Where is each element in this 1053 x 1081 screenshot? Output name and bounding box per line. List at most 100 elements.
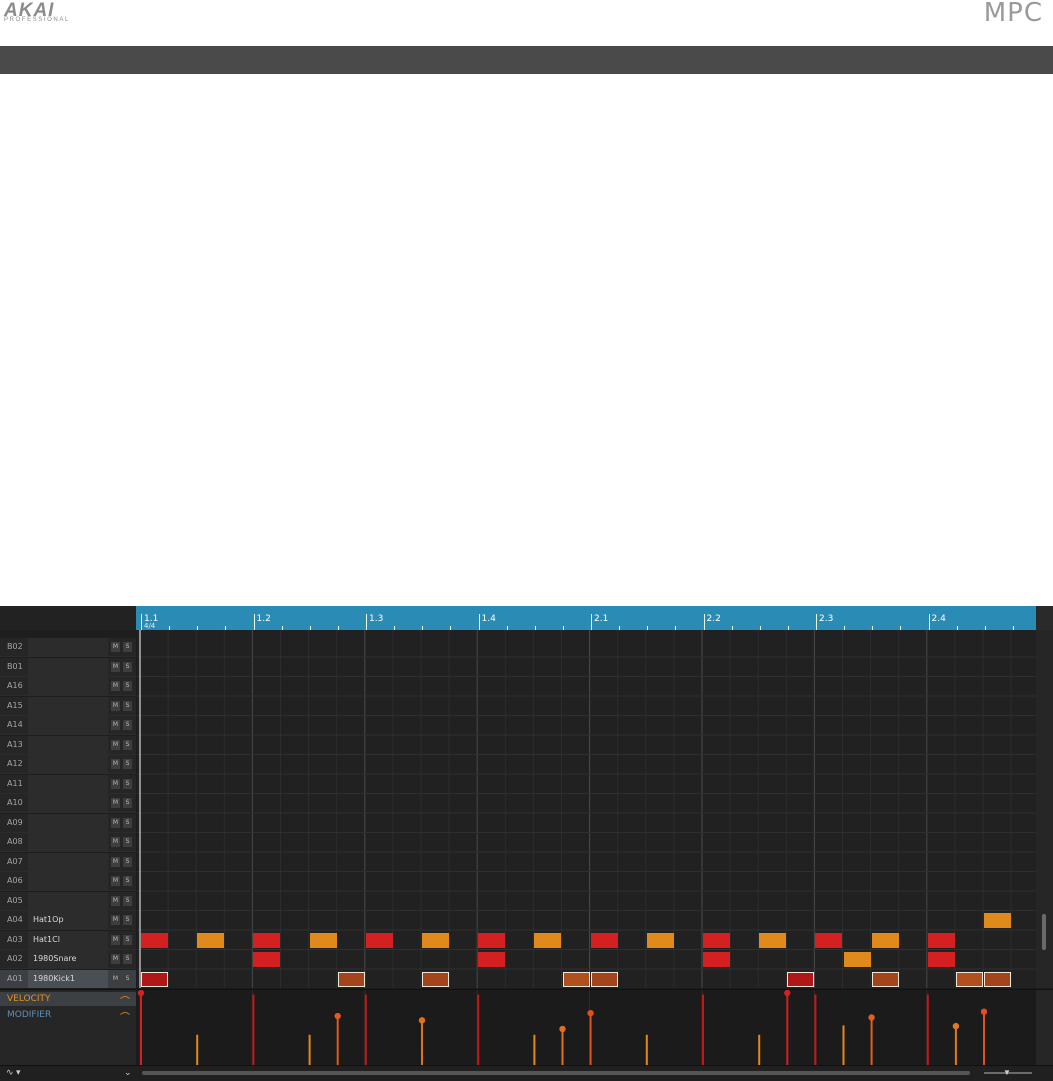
automation-icon[interactable]: ∿ ▾ — [6, 1067, 21, 1078]
track-name-field[interactable]: Hat1Cl — [28, 930, 108, 949]
mute-button[interactable]: M — [111, 661, 120, 672]
note-event[interactable] — [927, 932, 955, 948]
mute-button[interactable]: M — [111, 817, 120, 828]
track-row[interactable]: A07 M S — [0, 852, 136, 872]
mute-button[interactable]: M — [111, 720, 120, 730]
track-name-field[interactable] — [28, 833, 108, 851]
note-event[interactable] — [984, 971, 1012, 987]
solo-button[interactable]: S — [123, 681, 132, 691]
solo-button[interactable]: S — [123, 739, 132, 750]
note-event[interactable] — [422, 932, 450, 948]
note-event[interactable] — [337, 971, 365, 987]
note-event[interactable] — [984, 913, 1012, 928]
note-event[interactable] — [955, 971, 983, 987]
solo-button[interactable]: S — [123, 973, 132, 984]
mute-button[interactable]: M — [111, 934, 120, 945]
track-row[interactable]: A13 M S — [0, 735, 136, 755]
lane-velocity[interactable]: VELOCITY ⌒ — [0, 992, 136, 1008]
track-row[interactable]: A15 M S — [0, 696, 136, 716]
note-event[interactable] — [478, 952, 506, 967]
solo-button[interactable]: S — [123, 661, 132, 672]
note-event[interactable] — [871, 932, 899, 948]
note-event[interactable] — [646, 932, 674, 948]
track-row[interactable]: A02 1980Snare M S — [0, 950, 136, 969]
note-event[interactable] — [703, 932, 731, 948]
track-name-field[interactable] — [28, 755, 108, 773]
track-name-field[interactable]: 1980Kick1 — [28, 969, 108, 988]
solo-button[interactable]: S — [123, 895, 132, 906]
solo-button[interactable]: S — [123, 817, 132, 828]
track-name-field[interactable] — [28, 716, 108, 734]
track-row[interactable]: A08 M S — [0, 833, 136, 852]
track-row[interactable]: B02 M S — [0, 638, 136, 657]
chevron-down-icon[interactable]: ⌄ — [124, 1067, 132, 1078]
note-event[interactable] — [871, 971, 899, 987]
note-event[interactable] — [365, 932, 393, 948]
track-row[interactable]: B01 M S — [0, 657, 136, 677]
note-event[interactable] — [478, 932, 506, 948]
note-event[interactable] — [253, 932, 281, 948]
track-name-field[interactable] — [28, 794, 108, 812]
solo-button[interactable]: S — [123, 876, 132, 886]
solo-button[interactable]: S — [123, 837, 132, 847]
track-row[interactable]: A11 M S — [0, 774, 136, 794]
mute-button[interactable]: M — [111, 798, 120, 808]
solo-button[interactable]: S — [123, 778, 132, 789]
track-name-field[interactable] — [28, 852, 108, 871]
note-event[interactable] — [787, 971, 815, 987]
track-row[interactable]: A06 M S — [0, 872, 136, 891]
solo-button[interactable]: S — [123, 915, 132, 925]
mute-button[interactable]: M — [111, 973, 120, 984]
track-name-field[interactable] — [28, 774, 108, 793]
track-row[interactable]: A12 M S — [0, 755, 136, 774]
note-event[interactable] — [815, 932, 843, 948]
track-name-field[interactable] — [28, 696, 108, 715]
note-event[interactable] — [590, 971, 618, 987]
note-event[interactable] — [590, 932, 618, 948]
mute-button[interactable]: M — [111, 642, 120, 652]
note-event[interactable] — [141, 971, 169, 987]
curve-icon[interactable]: ⌒ — [120, 1009, 130, 1024]
track-row[interactable]: A16 M S — [0, 677, 136, 696]
track-row[interactable]: A04 Hat1Op M S — [0, 911, 136, 930]
note-event[interactable] — [927, 952, 955, 967]
solo-button[interactable]: S — [123, 934, 132, 945]
note-event[interactable] — [309, 932, 337, 948]
note-event[interactable] — [534, 932, 562, 948]
track-name-field[interactable] — [28, 657, 108, 676]
solo-button[interactable]: S — [123, 720, 132, 730]
mute-button[interactable]: M — [111, 739, 120, 750]
note-event[interactable] — [843, 952, 871, 967]
mute-button[interactable]: M — [111, 954, 120, 964]
track-row[interactable]: A10 M S — [0, 794, 136, 813]
note-event[interactable] — [703, 952, 731, 967]
track-name-field[interactable] — [28, 677, 108, 695]
mute-button[interactable]: M — [111, 681, 120, 691]
mute-button[interactable]: M — [111, 876, 120, 886]
mute-button[interactable]: M — [111, 915, 120, 925]
vertical-scroll-thumb[interactable] — [1042, 914, 1046, 950]
mute-button[interactable]: M — [111, 837, 120, 847]
note-grid[interactable] — [137, 630, 1036, 988]
track-row[interactable]: A09 M S — [0, 813, 136, 833]
solo-button[interactable]: S — [123, 642, 132, 652]
note-event[interactable] — [253, 952, 281, 967]
track-row[interactable]: A01 1980Kick1 M S — [0, 969, 136, 988]
track-name-field[interactable] — [28, 638, 108, 656]
track-row[interactable]: A14 M S — [0, 716, 136, 735]
solo-button[interactable]: S — [123, 700, 132, 711]
lane-modifier[interactable]: MODIFIER ⌒ — [0, 1008, 136, 1024]
mute-button[interactable]: M — [111, 895, 120, 906]
note-event[interactable] — [562, 971, 590, 987]
solo-button[interactable]: S — [123, 798, 132, 808]
track-name-field[interactable] — [28, 891, 108, 910]
curve-icon[interactable]: ⌒ — [120, 993, 130, 1008]
velocity-lane[interactable] — [137, 989, 1036, 1066]
mute-button[interactable]: M — [111, 778, 120, 789]
solo-button[interactable]: S — [123, 954, 132, 964]
solo-button[interactable]: S — [123, 856, 132, 867]
track-name-field[interactable] — [28, 813, 108, 832]
track-row[interactable]: A03 Hat1Cl M S — [0, 930, 136, 950]
track-name-field[interactable] — [28, 872, 108, 890]
mute-button[interactable]: M — [111, 856, 120, 867]
